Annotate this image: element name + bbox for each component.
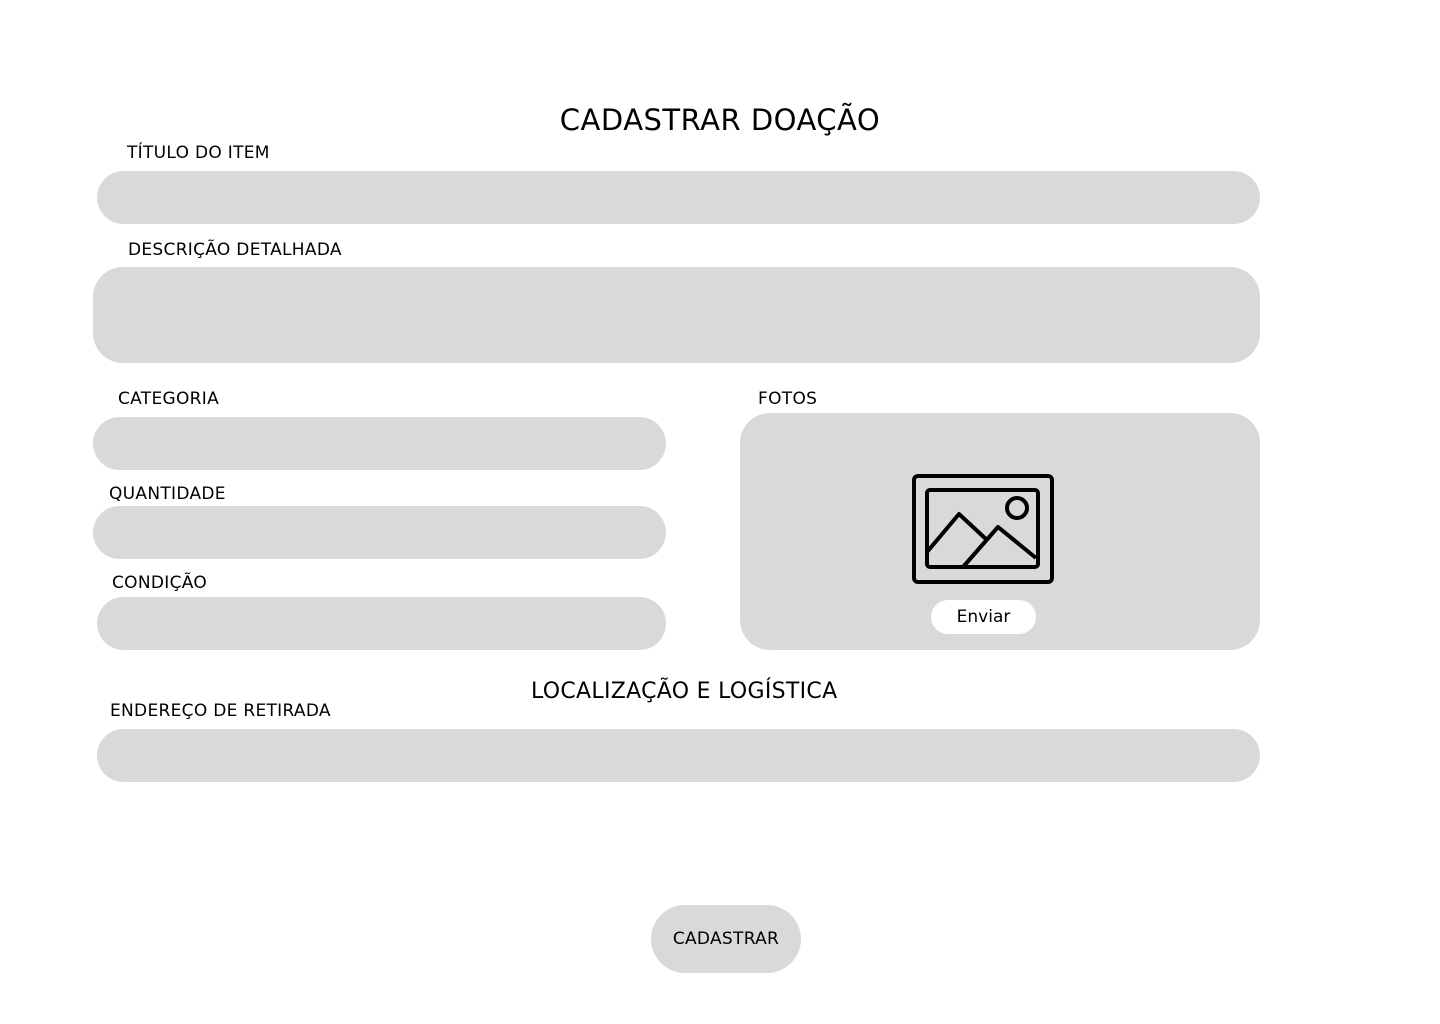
- quantity-label: QUANTIDADE: [109, 484, 226, 504]
- pickup-address-input[interactable]: [97, 729, 1260, 782]
- photos-label: FOTOS: [758, 389, 818, 409]
- send-photo-button[interactable]: Enviar: [931, 600, 1036, 634]
- page-title: CADASTRAR DOAÇÃO: [559, 103, 881, 137]
- condition-label: CONDIÇÃO: [112, 573, 208, 593]
- photo-upload-area[interactable]: Enviar: [740, 413, 1260, 650]
- category-input[interactable]: [93, 417, 666, 470]
- image-icon: [912, 474, 1054, 584]
- category-label: CATEGORIA: [118, 389, 220, 409]
- item-title-input[interactable]: [97, 171, 1260, 224]
- description-label: DESCRIÇÃO DETALHADA: [128, 240, 342, 260]
- pickup-address-label: ENDEREÇO DE RETIRADA: [110, 701, 331, 721]
- description-textarea[interactable]: [93, 267, 1260, 363]
- submit-button[interactable]: CADASTRAR: [651, 905, 801, 973]
- item-title-label: TÍTULO DO ITEM: [127, 143, 270, 163]
- logistics-section-title: LOCALIZAÇÃO E LOGÍSTICA: [531, 679, 838, 704]
- quantity-input[interactable]: [93, 506, 666, 559]
- condition-input[interactable]: [97, 597, 666, 650]
